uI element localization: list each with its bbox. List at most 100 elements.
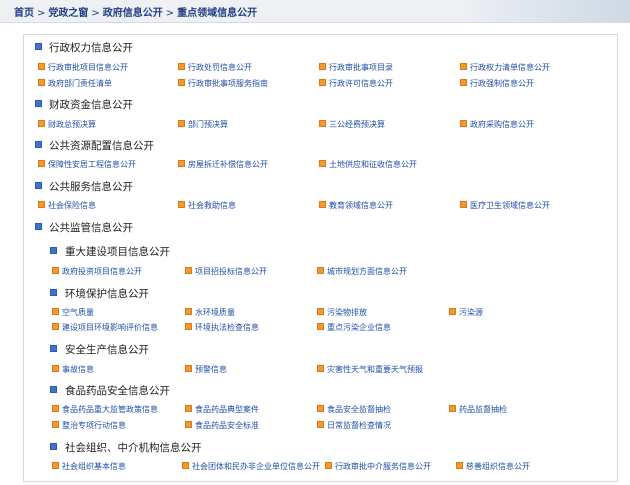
link-eia[interactable]: 建设项目环境影响评价信息 — [52, 322, 158, 333]
orange-square-icon — [52, 405, 59, 412]
orange-square-icon — [317, 365, 324, 372]
link-air-quality[interactable]: 空气质量 — [52, 307, 94, 318]
subsection-title-major-construction: 重大建设项目信息公开 — [50, 244, 170, 259]
section-title-admin-power: 行政权力信息公开 — [35, 40, 133, 55]
link-affordable-housing[interactable]: 保障性安居工程信息公开 — [38, 159, 136, 170]
section-title-public-supervision: 公共监管信息公开 — [35, 220, 133, 235]
link-social-org-basic-info[interactable]: 社会组织基本信息 — [52, 461, 126, 472]
link-social-groups-info[interactable]: 社会团体和民办非企业单位信息公开 — [182, 461, 320, 472]
link-weather-forecast[interactable]: 灾害性天气和重要天气预报 — [317, 364, 423, 375]
breadcrumb-separator: > — [91, 8, 100, 19]
square-bullet-icon — [35, 43, 42, 50]
orange-square-icon — [185, 405, 192, 412]
link-accident-info[interactable]: 事故信息 — [52, 364, 94, 375]
section-title-fiscal: 财政资金信息公开 — [35, 97, 133, 112]
orange-square-icon — [52, 365, 59, 372]
orange-square-icon — [460, 63, 467, 70]
breadcrumb-party-window[interactable]: 党政之窗 — [48, 8, 88, 19]
orange-square-icon — [317, 308, 324, 315]
orange-square-icon — [178, 201, 185, 208]
link-food-drug-standards[interactable]: 食品药品安全标准 — [185, 420, 259, 431]
link-food-drug-cases[interactable]: 食品药品典型案件 — [185, 404, 259, 415]
link-three-public-funds[interactable]: 三公经费预决算 — [319, 119, 385, 130]
orange-square-icon — [52, 462, 59, 469]
orange-square-icon — [460, 120, 467, 127]
orange-square-icon — [317, 323, 324, 330]
link-project-bidding[interactable]: 项目招投标信息公开 — [185, 266, 267, 277]
orange-square-icon — [449, 405, 456, 412]
link-warning-info[interactable]: 预警信息 — [185, 364, 227, 375]
link-admin-enforcement[interactable]: 行政强制信息公开 — [460, 78, 534, 89]
link-env-enforcement[interactable]: 环境执法检查信息 — [185, 322, 259, 333]
link-social-assistance[interactable]: 社会救助信息 — [178, 200, 236, 211]
orange-square-icon — [319, 160, 326, 167]
square-bullet-icon — [50, 443, 57, 450]
orange-square-icon — [38, 79, 45, 86]
breadcrumb-home[interactable]: 首页 — [14, 8, 34, 19]
orange-square-icon — [185, 267, 192, 274]
link-daily-inspection[interactable]: 日常监督检查情况 — [317, 420, 391, 431]
link-pollutant-emission[interactable]: 污染物排放 — [317, 307, 367, 318]
orange-square-icon — [317, 405, 324, 412]
link-fiscal-budget[interactable]: 财政总预决算 — [38, 119, 96, 130]
breadcrumb-separator: > — [37, 8, 46, 19]
link-pollution-source[interactable]: 污染源 — [449, 307, 483, 318]
link-charity-orgs[interactable]: 慈善组织信息公开 — [456, 461, 530, 472]
breadcrumb: 首页 > 党政之窗 > 政府信息公开 > 重点领域信息公开 — [14, 4, 257, 19]
orange-square-icon — [38, 120, 45, 127]
link-admin-license[interactable]: 行政许可信息公开 — [319, 78, 393, 89]
orange-square-icon — [460, 79, 467, 86]
link-intermediary-services[interactable]: 行政审批中介服务信息公开 — [325, 461, 431, 472]
link-dept-budget[interactable]: 部门预决算 — [178, 119, 228, 130]
link-key-polluters[interactable]: 重点污染企业信息 — [317, 322, 391, 333]
link-gov-procurement[interactable]: 政府采购信息公开 — [460, 119, 534, 130]
breadcrumb-current[interactable]: 重点领域信息公开 — [177, 8, 257, 19]
square-bullet-icon — [35, 141, 42, 148]
orange-square-icon — [182, 462, 189, 469]
orange-square-icon — [319, 201, 326, 208]
link-food-drug-policy[interactable]: 食品药品重大监管政策信息 — [52, 404, 158, 415]
orange-square-icon — [178, 160, 185, 167]
orange-square-icon — [52, 421, 59, 428]
square-bullet-icon — [35, 182, 42, 189]
link-drug-sampling[interactable]: 药品监督抽检 — [449, 404, 507, 415]
orange-square-icon — [185, 365, 192, 372]
link-food-sampling[interactable]: 食品安全监督抽检 — [317, 404, 391, 415]
orange-square-icon — [52, 308, 59, 315]
link-admin-penalty[interactable]: 行政处罚信息公开 — [178, 62, 252, 73]
link-admin-approval-catalog[interactable]: 行政审批事项目录 — [319, 62, 393, 73]
link-urban-planning[interactable]: 城市规划方面信息公开 — [317, 266, 407, 277]
link-demolition-compensation[interactable]: 房屋拆迁补偿信息公开 — [178, 159, 268, 170]
orange-square-icon — [319, 63, 326, 70]
link-admin-approval-project[interactable]: 行政审批项目信息公开 — [38, 62, 128, 73]
orange-square-icon — [319, 79, 326, 86]
orange-square-icon — [38, 160, 45, 167]
breadcrumb-gov-info[interactable]: 政府信息公开 — [103, 8, 163, 19]
square-bullet-icon — [35, 223, 42, 230]
link-social-insurance[interactable]: 社会保险信息 — [38, 200, 96, 211]
subsection-title-social-orgs: 社会组织、中介机构信息公开 — [50, 440, 202, 455]
header-decoration — [460, 0, 630, 22]
link-education[interactable]: 教育领域信息公开 — [319, 200, 393, 211]
orange-square-icon — [460, 201, 467, 208]
orange-square-icon — [319, 120, 326, 127]
link-dept-responsibility-list[interactable]: 政府部门责任清单 — [38, 78, 112, 89]
orange-square-icon — [449, 308, 456, 315]
link-land-supply[interactable]: 土地供应和征收信息公开 — [319, 159, 417, 170]
subsection-title-food-drug: 食品药品安全信息公开 — [50, 383, 170, 398]
section-title-public-services: 公共服务信息公开 — [35, 179, 133, 194]
orange-square-icon — [52, 267, 59, 274]
link-gov-investment-projects[interactable]: 政府投资项目信息公开 — [52, 266, 142, 277]
orange-square-icon — [52, 323, 59, 330]
link-water-quality[interactable]: 水环境质量 — [185, 307, 235, 318]
link-healthcare[interactable]: 医疗卫生领域信息公开 — [460, 200, 550, 211]
square-bullet-icon — [50, 386, 57, 393]
orange-square-icon — [456, 462, 463, 469]
link-approval-service-guide[interactable]: 行政审批事项服务指南 — [178, 78, 268, 89]
link-admin-power-list[interactable]: 行政权力清单信息公开 — [460, 62, 550, 73]
orange-square-icon — [185, 308, 192, 315]
orange-square-icon — [185, 421, 192, 428]
square-bullet-icon — [35, 100, 42, 107]
link-special-campaigns[interactable]: 整治专项行动信息 — [52, 420, 126, 431]
orange-square-icon — [38, 201, 45, 208]
